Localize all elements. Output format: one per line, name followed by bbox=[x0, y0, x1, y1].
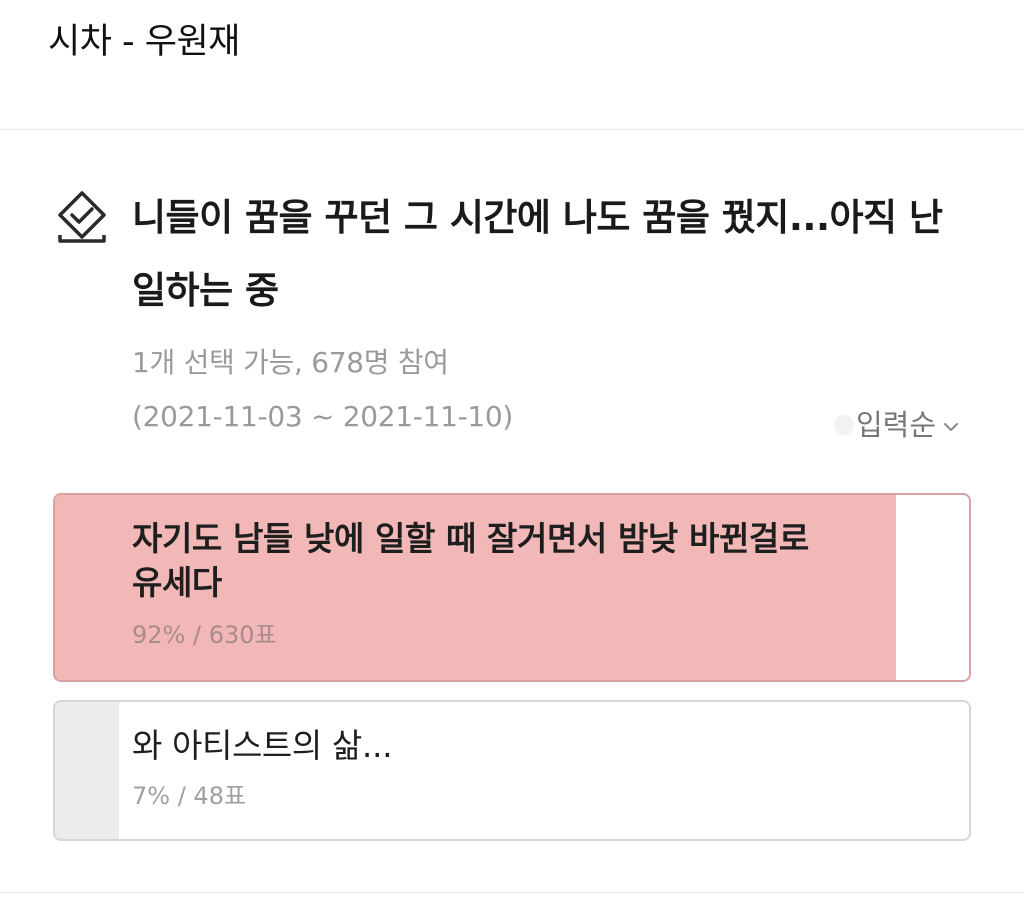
option-text: 와 아티스트의 삶... bbox=[132, 726, 393, 765]
chevron-down-icon bbox=[944, 423, 958, 431]
vote-box-check-icon bbox=[58, 191, 106, 243]
header: 시차 - 우원재 bbox=[0, 0, 1024, 130]
option-text: 자기도 남들 낮에 일할 때 잘거면서 밤낮 바뀐걸로 유세다 bbox=[132, 519, 809, 602]
sort-dropdown[interactable]: 입력순 bbox=[833, 405, 962, 445]
option-result: 92% / 630표 bbox=[132, 621, 277, 649]
vote-bar-fill bbox=[55, 702, 119, 839]
sort-label: 입력순 bbox=[855, 408, 936, 442]
page-title: 시차 - 우원재 bbox=[48, 22, 240, 62]
poll-title: 니들이 꿈을 꾸던 그 시간에 나도 꿈을 꿨지...아직 난 일하는 중 bbox=[132, 196, 943, 312]
poll-period: (2021-11-03 ~ 2021-11-10) bbox=[132, 400, 514, 433]
option-result: 7% / 48표 bbox=[132, 782, 247, 810]
poll-card: 니들이 꿈을 꾸던 그 시간에 나도 꿈을 꿨지...아직 난 일하는 중 1개… bbox=[0, 131, 1024, 893]
divider bbox=[0, 892, 1024, 893]
poll-meta: 1개 선택 가능, 678명 참여 bbox=[132, 346, 449, 379]
poll-option-2[interactable]: 와 아티스트의 삶... 7% / 48표 bbox=[53, 700, 971, 841]
poll-option-1[interactable]: 자기도 남들 낮에 일할 때 잘거면서 밤낮 바뀐걸로 유세다 92% / 63… bbox=[53, 493, 971, 682]
sort-indicator bbox=[833, 415, 854, 435]
